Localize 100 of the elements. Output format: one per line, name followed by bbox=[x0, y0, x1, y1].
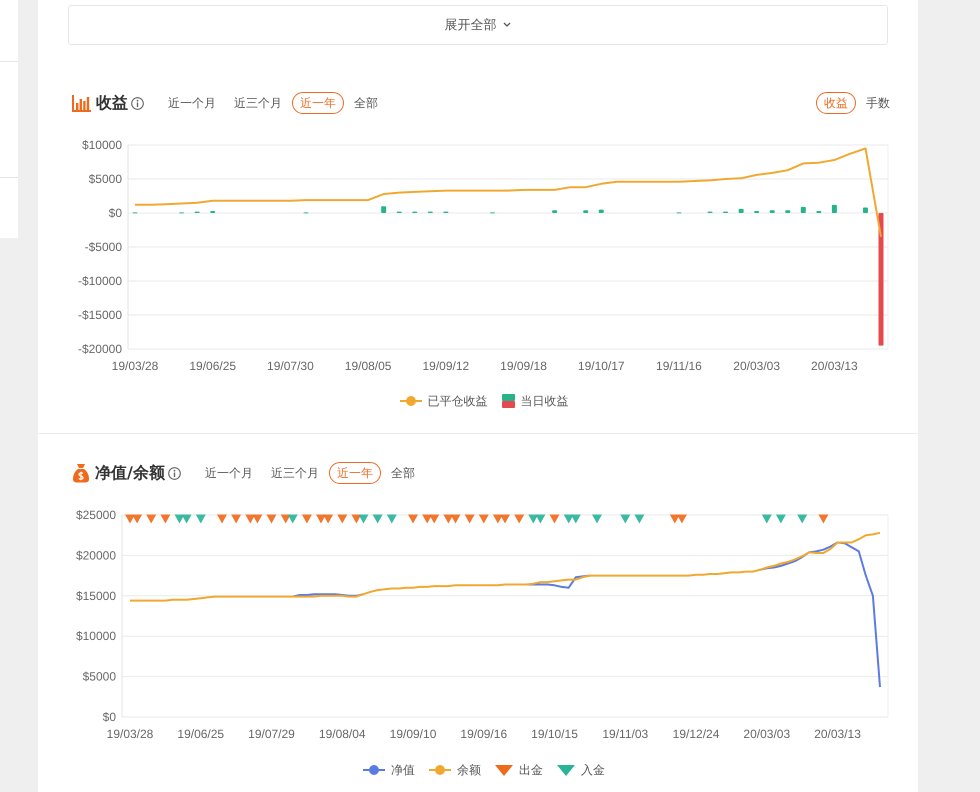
triangle-marker bbox=[570, 514, 581, 524]
triangle-marker bbox=[252, 514, 262, 524]
triangle-marker bbox=[776, 514, 786, 524]
triangle-marker bbox=[422, 514, 432, 524]
bar-chart-icon bbox=[72, 94, 91, 112]
triangle-marker bbox=[302, 514, 312, 524]
bar bbox=[381, 206, 386, 213]
triangle-marker bbox=[429, 514, 440, 524]
chevron-down-icon bbox=[502, 21, 512, 29]
legend-label[interactable]: 出金 bbox=[519, 762, 543, 778]
triangle-marker bbox=[450, 514, 460, 524]
triangle-marker bbox=[818, 514, 828, 524]
y-axis-label: $20000 bbox=[76, 548, 116, 562]
x-axis-label: 19/03/28 bbox=[112, 359, 158, 373]
x-axis-label: 20/03/03 bbox=[743, 727, 790, 741]
triangle-marker bbox=[676, 514, 687, 524]
legend-label[interactable]: 净值 bbox=[391, 762, 415, 778]
bar bbox=[738, 208, 744, 213]
x-axis-label: 19/09/16 bbox=[460, 727, 508, 741]
triangle-marker bbox=[386, 514, 397, 524]
legend-label[interactable]: 入金 bbox=[581, 762, 605, 778]
bar bbox=[832, 204, 837, 213]
triangle-marker bbox=[592, 514, 602, 524]
triangle-marker bbox=[670, 514, 680, 524]
x-axis-label: 19/09/12 bbox=[422, 359, 470, 373]
expand-all-button[interactable]: 展开全部 bbox=[68, 5, 888, 45]
bar bbox=[754, 210, 760, 213]
triangle-marker bbox=[620, 514, 630, 524]
y-axis-label: -$5000 bbox=[84, 240, 122, 254]
period-tab[interactable]: 全部 bbox=[346, 92, 386, 114]
y-axis-label: $25000 bbox=[76, 508, 116, 522]
triangle-marker bbox=[634, 514, 644, 524]
period-tab[interactable]: 近一个月 bbox=[196, 462, 261, 484]
triangle-marker bbox=[280, 514, 291, 524]
triangle-marker bbox=[762, 514, 772, 524]
y-axis-label: $0 bbox=[108, 206, 122, 220]
triangle-marker bbox=[245, 514, 256, 524]
x-axis-label: 19/08/04 bbox=[318, 727, 366, 741]
x-axis-label: 20/03/13 bbox=[811, 359, 858, 373]
y-axis-label: $15000 bbox=[76, 588, 116, 603]
period-tab[interactable]: 全部 bbox=[382, 462, 423, 484]
triangle-marker bbox=[564, 514, 574, 524]
triangle-marker bbox=[478, 514, 489, 524]
triangle-marker bbox=[146, 514, 156, 524]
info-icon[interactable] bbox=[168, 466, 181, 480]
triangle-marker bbox=[797, 514, 808, 524]
triangle-marker bbox=[492, 514, 503, 524]
triangle-marker bbox=[358, 514, 368, 524]
legend-label[interactable]: 当日收益 bbox=[520, 392, 568, 410]
bar bbox=[552, 210, 558, 213]
x-axis-label: 20/03/13 bbox=[814, 727, 861, 741]
period-tab[interactable]: 近一个月 bbox=[160, 92, 224, 114]
triangle-marker bbox=[528, 514, 538, 524]
y-axis-label: $5000 bbox=[88, 172, 122, 186]
triangle-marker bbox=[316, 514, 326, 524]
triangle-legend-icon bbox=[557, 764, 575, 776]
triangle-marker bbox=[408, 514, 418, 524]
x-axis-label: 19/08/05 bbox=[344, 359, 392, 373]
triangle-marker bbox=[196, 514, 206, 524]
triangle-marker bbox=[500, 514, 510, 524]
bar bbox=[583, 210, 588, 213]
bar bbox=[785, 210, 790, 213]
legend-label[interactable]: 已平仓收益 bbox=[428, 392, 488, 410]
section-title: 收益 bbox=[96, 92, 128, 114]
x-axis-label: 19/11/16 bbox=[656, 359, 702, 373]
triangle-marker bbox=[337, 514, 348, 524]
period-tab[interactable]: 近三个月 bbox=[262, 462, 327, 484]
mode-tab[interactable]: 手数 bbox=[858, 92, 898, 114]
x-axis-label: 19/11/03 bbox=[602, 727, 648, 741]
triangle-marker bbox=[514, 514, 524, 524]
x-axis-label: 19/07/30 bbox=[267, 359, 314, 373]
bar bbox=[770, 210, 775, 213]
triangle-marker bbox=[535, 514, 546, 524]
triangle-marker bbox=[182, 514, 192, 524]
triangle-marker bbox=[443, 514, 454, 524]
triangle-marker bbox=[323, 514, 334, 524]
x-axis-label: 19/10/17 bbox=[578, 359, 625, 373]
y-axis-label: $10000 bbox=[76, 629, 116, 644]
triangle-marker bbox=[125, 514, 135, 524]
x-axis-label: 19/12/24 bbox=[672, 727, 720, 741]
y-axis-label: -$20000 bbox=[78, 342, 122, 356]
info-icon[interactable] bbox=[131, 96, 144, 110]
triangle-marker bbox=[550, 514, 560, 524]
x-axis-label: 19/06/25 bbox=[177, 727, 224, 741]
bar bbox=[800, 206, 806, 213]
triangle-marker bbox=[372, 514, 383, 524]
x-axis-label: 19/10/15 bbox=[531, 727, 578, 741]
y-axis-label: $5000 bbox=[82, 670, 116, 684]
y-axis-label: -$10000 bbox=[78, 274, 122, 288]
section-title: 净值/余额 bbox=[95, 462, 165, 484]
legend-label[interactable]: 余额 bbox=[457, 762, 481, 778]
line-legend-icon bbox=[400, 395, 422, 407]
x-axis-label: 19/03/28 bbox=[106, 727, 154, 741]
line-legend-icon bbox=[363, 764, 385, 776]
y-axis-label: $0 bbox=[102, 710, 116, 724]
money-bag-icon bbox=[72, 463, 90, 483]
triangle-legend-icon bbox=[495, 764, 513, 776]
x-axis-label: 20/03/03 bbox=[733, 359, 780, 373]
y-axis-label: -$15000 bbox=[78, 308, 122, 322]
period-tab[interactable]: 近三个月 bbox=[226, 92, 290, 114]
